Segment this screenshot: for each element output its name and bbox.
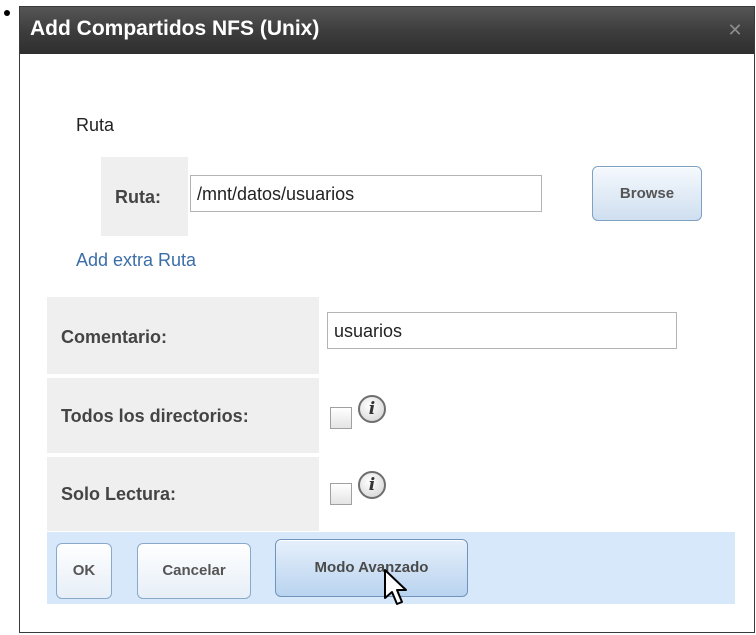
all-dirs-checkbox[interactable] [330, 407, 352, 429]
comment-input[interactable]: usuarios [327, 312, 677, 349]
path-section-heading: Ruta [76, 115, 115, 135]
add-extra-path-link[interactable]: Add extra Ruta [76, 250, 196, 271]
read-only-checkbox[interactable] [330, 483, 352, 505]
path-input[interactable]: /mnt/datos/usuarios [190, 175, 542, 212]
dialog-title-bar[interactable]: Add Compartidos NFS (Unix) ✕ [20, 7, 754, 54]
all-dirs-label: Todos los directorios: [61, 406, 249, 426]
comment-label: Comentario: [61, 327, 168, 347]
mouse-pointer-icon [384, 569, 407, 605]
path-label: Ruta: [115, 187, 161, 207]
advanced-mode-button[interactable]: Modo Avanzado [275, 539, 468, 597]
ok-button[interactable]: OK [56, 543, 112, 599]
read-only-label: Solo Lectura: [61, 484, 177, 504]
dialog-title: Add Compartidos NFS (Unix) [30, 17, 320, 40]
close-icon[interactable]: ✕ [724, 19, 746, 41]
browse-button[interactable]: Browse [592, 166, 702, 221]
list-bullet [4, 10, 10, 16]
info-icon[interactable]: i [358, 395, 386, 423]
info-icon[interactable]: i [358, 471, 386, 499]
cancel-button[interactable]: Cancelar [137, 543, 251, 599]
